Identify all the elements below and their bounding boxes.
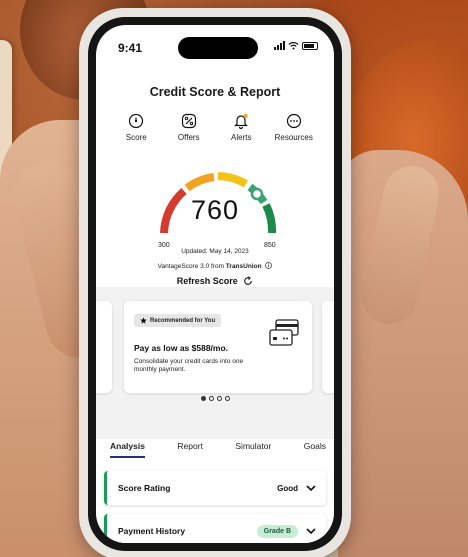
- nav-score-label: Score: [125, 133, 147, 142]
- chevron-down-icon: [306, 527, 316, 534]
- score-source: VantageScore 3.0 from TransUnion: [96, 262, 334, 270]
- score-updated-date: Updated: May 14, 2023: [181, 248, 249, 255]
- row-label: Payment History: [118, 526, 186, 536]
- nav-offers[interactable]: Offers: [163, 113, 216, 142]
- tab-goals[interactable]: Goals: [304, 441, 326, 458]
- score-rating-value: Good: [277, 483, 298, 493]
- battery-icon: [302, 41, 318, 50]
- bell-icon: [234, 114, 249, 129]
- nav-alerts[interactable]: Alerts: [215, 113, 268, 142]
- nav-alerts-label: Alerts: [231, 133, 252, 142]
- star-icon: [140, 317, 147, 324]
- row-label: Score Rating: [118, 483, 171, 493]
- page-title: Credit Score & Report: [149, 85, 281, 99]
- percent-icon: [181, 113, 196, 129]
- refresh-icon: [244, 276, 253, 285]
- grade-badge: Grade B: [256, 524, 298, 538]
- carousel-card-prev[interactable]: [96, 301, 112, 393]
- wifi-icon: [288, 42, 299, 50]
- carousel-dot[interactable]: [224, 396, 230, 401]
- recommended-badge: Recommended for You: [134, 314, 222, 327]
- payment-history-row[interactable]: Payment History Grade B: [104, 514, 326, 543]
- top-nav: Score Offers Alerts Resources: [106, 113, 324, 142]
- more-icon: [286, 113, 301, 129]
- info-icon[interactable]: [265, 262, 273, 269]
- carousel-card-next[interactable]: [322, 301, 334, 393]
- nav-resources-label: Resources: [274, 133, 313, 142]
- dynamic-island: [178, 37, 258, 59]
- signal-icon: [274, 41, 285, 50]
- tab-report[interactable]: Report: [177, 441, 203, 458]
- carousel-dot[interactable]: [208, 396, 214, 401]
- nav-score[interactable]: Score: [110, 113, 163, 142]
- app-screen: 9:41 Credit Score & Report Score Offers …: [96, 25, 334, 543]
- tab-analysis[interactable]: Analysis: [110, 441, 145, 458]
- status-time: 9:41: [118, 41, 143, 55]
- score-rating-row[interactable]: Score Rating Good: [104, 471, 326, 505]
- phone-frame: 9:41 Credit Score & Report Score Offers …: [79, 8, 351, 557]
- report-tabs: Analysis Report Simulator Goals: [110, 441, 326, 458]
- offer-card[interactable]: Recommended for You Pay as low as $588/m…: [124, 301, 312, 393]
- tab-simulator[interactable]: Simulator: [235, 441, 271, 458]
- credit-score-value: 760: [190, 195, 240, 225]
- credit-cards-icon: [269, 319, 299, 346]
- carousel-indicator: [96, 396, 334, 401]
- nav-resources[interactable]: Resources: [268, 113, 321, 142]
- score-icon: [129, 113, 144, 129]
- nav-offers-label: Offers: [177, 133, 200, 142]
- carousel-dot[interactable]: [216, 396, 222, 401]
- chevron-down-icon: [306, 484, 316, 491]
- offer-description: Consolidate your credit cards into one m…: [134, 358, 244, 374]
- refresh-score-button[interactable]: Refresh Score: [96, 276, 334, 286]
- status-bar: 9:41: [96, 25, 334, 61]
- carousel-dot[interactable]: [200, 396, 206, 401]
